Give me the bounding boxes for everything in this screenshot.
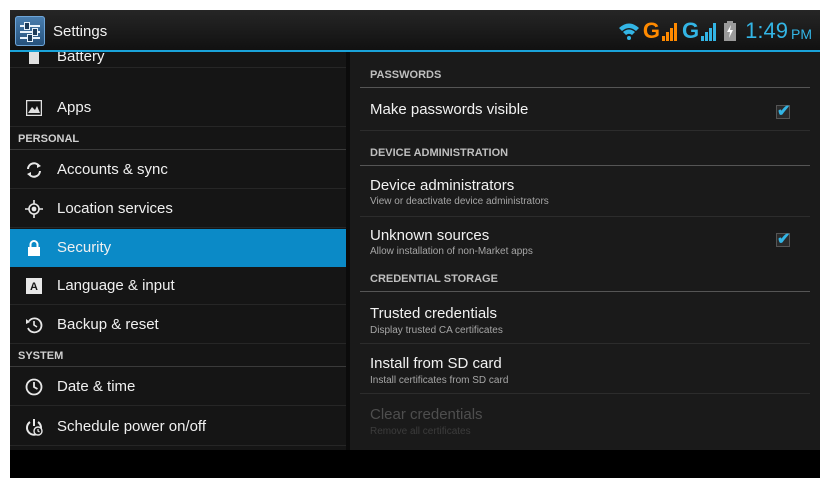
category-credential-storage: CREDENTIAL STORAGE [360,266,810,292]
category-passwords: PASSWORDS [360,62,810,88]
clock-ampm: PM [791,26,812,42]
sidebar-item-label: Accounts & sync [57,161,168,178]
sidebar-item-schedule-power[interactable]: Schedule power on/off [10,408,346,446]
clock: 1:49 [745,18,788,43]
sidebar-item-label: Date & time [57,378,136,395]
section-header-system: SYSTEM [10,345,346,367]
pref-summary: Display trusted CA certificates [370,325,503,336]
power-schedule-icon [25,418,43,436]
app-title[interactable]: Settings [53,23,107,40]
sidebar-item-accounts-sync[interactable]: Accounts & sync [10,151,346,189]
pref-title: Trusted credentials [370,305,498,322]
action-bar: Settings G G 1:49 PM [10,10,820,52]
make-passwords-visible-item[interactable]: Make passwords visible ✔ [360,89,810,131]
sidebar-item-label: Backup & reset [57,316,159,333]
section-header-personal: PERSONAL [10,128,346,150]
network-g-icon: G [682,18,700,43]
sidebar-item-label: Apps [57,99,92,116]
pref-title: Unknown sources [370,227,490,244]
battery-icon [25,52,43,66]
location-icon [25,199,43,218]
checkmark-icon: ✔ [777,231,791,248]
sync-icon [25,161,43,179]
pref-title: Clear credentials [370,406,483,423]
battery-charging-icon [724,21,737,41]
clear-credentials-item: Clear credentials Remove all certificate… [360,394,810,444]
device-administrators-item[interactable]: Device administrators View or deactivate… [360,167,810,217]
sidebar-item-language-input[interactable]: A Language & input [10,267,346,305]
pref-title: Make passwords visible [370,101,529,118]
signal-strength-icon [701,21,717,41]
unknown-sources-item[interactable]: Unknown sources Allow installation of no… [360,217,810,262]
sidebar-item-date-time[interactable]: Date & time [10,368,346,406]
sidebar-item-security[interactable]: Security [10,229,346,267]
tablet-screen: Settings G G 1:49 PM Battery Apps PERSON… [10,10,820,478]
network-g-icon: G [642,18,661,43]
sidebar-item-label: Battery [57,52,105,65]
pref-title: Install from SD card [370,355,502,372]
sidebar-item-location-services[interactable]: Location services [10,190,346,228]
lock-icon [25,239,43,257]
pref-summary: View or deactivate device administrators [370,196,549,207]
backup-icon [25,316,43,334]
settings-sliders-icon[interactable] [15,16,45,46]
apps-icon [25,99,43,117]
pref-summary: Allow installation of non-Market apps [370,246,533,257]
wifi-icon [618,23,639,40]
svg-text:A: A [30,281,38,293]
clock-icon [25,378,43,396]
status-icons: G G 1:49 PM [618,16,812,46]
sidebar-item-battery[interactable]: Battery [10,52,346,68]
trusted-credentials-item[interactable]: Trusted credentials Display trusted CA c… [360,294,810,344]
security-settings-panel: PASSWORDS Make passwords visible ✔ DEVIC… [350,52,820,450]
settings-categories-list: Battery Apps PERSONAL Accounts & sync Lo… [10,52,346,450]
pref-summary: Remove all certificates [370,426,471,437]
keyboard-icon: A [25,277,43,295]
install-from-sd-card-item[interactable]: Install from SD card Install certificate… [360,344,810,394]
system-navigation-bar [10,450,820,478]
make-passwords-visible-checkbox[interactable]: ✔ [776,103,790,120]
pref-title: Device administrators [370,177,515,194]
category-device-administration: DEVICE ADMINISTRATION [360,140,810,166]
sidebar-item-label: Language & input [57,277,175,294]
sidebar-item-label: Schedule power on/off [57,418,206,435]
unknown-sources-checkbox[interactable]: ✔ [776,231,790,248]
sidebar-item-label: Security [57,239,112,256]
checkmark-icon: ✔ [777,103,791,120]
sidebar-item-apps[interactable]: Apps [10,89,346,127]
sidebar-item-label: Location services [57,200,173,217]
pref-summary: Install certificates from SD card [370,375,509,386]
sidebar-item-backup-reset[interactable]: Backup & reset [10,306,346,344]
signal-strength-icon [662,21,678,41]
